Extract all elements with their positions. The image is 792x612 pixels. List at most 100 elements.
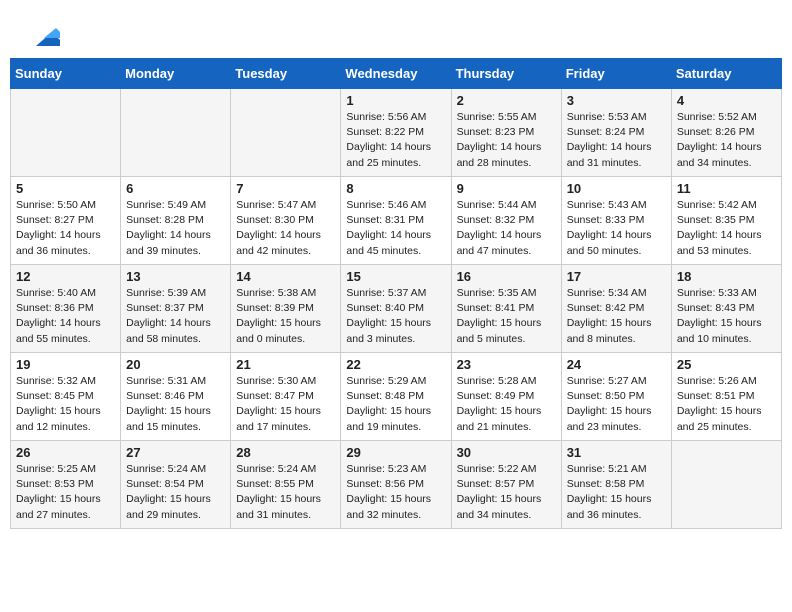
week-row-1: 1 Sunrise: 5:56 AM Sunset: 8:22 PM Daylig… [11,89,782,177]
day-info: Sunrise: 5:26 AM Sunset: 8:51 PM Dayligh… [677,374,776,435]
day-info: Sunrise: 5:46 AM Sunset: 8:31 PM Dayligh… [346,198,445,259]
day-cell: 12 Sunrise: 5:40 AM Sunset: 8:36 PM Dayli… [11,265,121,353]
day-cell: 31 Sunrise: 5:21 AM Sunset: 8:58 PM Dayli… [561,441,671,529]
day-number: 23 [457,357,556,372]
day-info: Sunrise: 5:49 AM Sunset: 8:28 PM Dayligh… [126,198,225,259]
day-number: 29 [346,445,445,460]
day-cell: 2 Sunrise: 5:55 AM Sunset: 8:23 PM Daylig… [451,89,561,177]
logo-icon [28,18,60,50]
day-cell: 17 Sunrise: 5:34 AM Sunset: 8:42 PM Dayli… [561,265,671,353]
day-info: Sunrise: 5:27 AM Sunset: 8:50 PM Dayligh… [567,374,666,435]
day-number: 1 [346,93,445,108]
week-row-3: 12 Sunrise: 5:40 AM Sunset: 8:36 PM Dayli… [11,265,782,353]
day-info: Sunrise: 5:21 AM Sunset: 8:58 PM Dayligh… [567,462,666,523]
header-thursday: Thursday [451,59,561,89]
header-friday: Friday [561,59,671,89]
page-header [0,0,792,58]
header-saturday: Saturday [671,59,781,89]
day-number: 4 [677,93,776,108]
day-info: Sunrise: 5:28 AM Sunset: 8:49 PM Dayligh… [457,374,556,435]
day-info: Sunrise: 5:52 AM Sunset: 8:26 PM Dayligh… [677,110,776,171]
day-info: Sunrise: 5:47 AM Sunset: 8:30 PM Dayligh… [236,198,335,259]
day-info: Sunrise: 5:34 AM Sunset: 8:42 PM Dayligh… [567,286,666,347]
day-number: 14 [236,269,335,284]
day-info: Sunrise: 5:29 AM Sunset: 8:48 PM Dayligh… [346,374,445,435]
day-cell: 14 Sunrise: 5:38 AM Sunset: 8:39 PM Dayli… [231,265,341,353]
day-number: 2 [457,93,556,108]
day-number: 6 [126,181,225,196]
day-cell [121,89,231,177]
day-info: Sunrise: 5:53 AM Sunset: 8:24 PM Dayligh… [567,110,666,171]
day-cell: 30Sunrise: 5:22 AM Sunset: 8:57 PM Dayli… [451,441,561,529]
day-info: Sunrise: 5:38 AM Sunset: 8:39 PM Dayligh… [236,286,335,347]
day-number: 25 [677,357,776,372]
day-info: Sunrise: 5:44 AM Sunset: 8:32 PM Dayligh… [457,198,556,259]
day-cell [11,89,121,177]
day-info: Sunrise: 5:35 AM Sunset: 8:41 PM Dayligh… [457,286,556,347]
day-cell: 23 Sunrise: 5:28 AM Sunset: 8:49 PM Dayli… [451,353,561,441]
day-number: 13 [126,269,225,284]
day-cell: 7 Sunrise: 5:47 AM Sunset: 8:30 PM Daylig… [231,177,341,265]
day-number: 5 [16,181,115,196]
day-number: 28 [236,445,335,460]
day-number: 16 [457,269,556,284]
day-number: 12 [16,269,115,284]
day-cell: 8 Sunrise: 5:46 AM Sunset: 8:31 PM Daylig… [341,177,451,265]
day-info: Sunrise: 5:24 AM Sunset: 8:54 PM Dayligh… [126,462,225,523]
day-number: 27 [126,445,225,460]
week-row-4: 19 Sunrise: 5:32 AM Sunset: 8:45 PM Dayli… [11,353,782,441]
day-cell: 24 Sunrise: 5:27 AM Sunset: 8:50 PM Dayli… [561,353,671,441]
day-cell: 3 Sunrise: 5:53 AM Sunset: 8:24 PM Daylig… [561,89,671,177]
day-number: 10 [567,181,666,196]
day-info: Sunrise: 5:56 AM Sunset: 8:22 PM Dayligh… [346,110,445,171]
day-cell: 29 Sunrise: 5:23 AM Sunset: 8:56 PM Dayli… [341,441,451,529]
day-cell: 19 Sunrise: 5:32 AM Sunset: 8:45 PM Dayli… [11,353,121,441]
day-cell [671,441,781,529]
day-cell: 16 Sunrise: 5:35 AM Sunset: 8:41 PM Dayli… [451,265,561,353]
day-cell [231,89,341,177]
logo [24,18,60,50]
calendar-wrapper: SundayMondayTuesdayWednesdayThursdayFrid… [0,58,792,539]
day-cell: 21 Sunrise: 5:30 AM Sunset: 8:47 PM Dayli… [231,353,341,441]
header-wednesday: Wednesday [341,59,451,89]
week-row-5: 26Sunrise: 5:25 AM Sunset: 8:53 PM Dayli… [11,441,782,529]
day-info: Sunrise: 5:43 AM Sunset: 8:33 PM Dayligh… [567,198,666,259]
day-number: 7 [236,181,335,196]
day-number: 9 [457,181,556,196]
day-info: Sunrise: 5:23 AM Sunset: 8:56 PM Dayligh… [346,462,445,523]
day-cell: 5Sunrise: 5:50 AM Sunset: 8:27 PM Daylig… [11,177,121,265]
day-cell: 1 Sunrise: 5:56 AM Sunset: 8:22 PM Daylig… [341,89,451,177]
day-number: 19 [16,357,115,372]
week-row-2: 5Sunrise: 5:50 AM Sunset: 8:27 PM Daylig… [11,177,782,265]
day-info: Sunrise: 5:32 AM Sunset: 8:45 PM Dayligh… [16,374,115,435]
day-info: Sunrise: 5:42 AM Sunset: 8:35 PM Dayligh… [677,198,776,259]
day-cell: 22 Sunrise: 5:29 AM Sunset: 8:48 PM Dayli… [341,353,451,441]
day-cell: 18Sunrise: 5:33 AM Sunset: 8:43 PM Dayli… [671,265,781,353]
day-cell: 13 Sunrise: 5:39 AM Sunset: 8:37 PM Dayli… [121,265,231,353]
day-info: Sunrise: 5:39 AM Sunset: 8:37 PM Dayligh… [126,286,225,347]
day-number: 31 [567,445,666,460]
header-monday: Monday [121,59,231,89]
day-cell: 6 Sunrise: 5:49 AM Sunset: 8:28 PM Daylig… [121,177,231,265]
day-number: 3 [567,93,666,108]
day-number: 21 [236,357,335,372]
day-cell: 28 Sunrise: 5:24 AM Sunset: 8:55 PM Dayli… [231,441,341,529]
day-number: 11 [677,181,776,196]
day-info: Sunrise: 5:24 AM Sunset: 8:55 PM Dayligh… [236,462,335,523]
day-number: 17 [567,269,666,284]
day-cell: 11 Sunrise: 5:42 AM Sunset: 8:35 PM Dayli… [671,177,781,265]
day-number: 22 [346,357,445,372]
day-cell: 26Sunrise: 5:25 AM Sunset: 8:53 PM Dayli… [11,441,121,529]
day-info: Sunrise: 5:22 AM Sunset: 8:57 PM Dayligh… [457,462,556,523]
day-cell: 9 Sunrise: 5:44 AM Sunset: 8:32 PM Daylig… [451,177,561,265]
day-number: 24 [567,357,666,372]
day-info: Sunrise: 5:40 AM Sunset: 8:36 PM Dayligh… [16,286,115,347]
day-number: 8 [346,181,445,196]
day-cell: 27 Sunrise: 5:24 AM Sunset: 8:54 PM Dayli… [121,441,231,529]
day-cell: 15Sunrise: 5:37 AM Sunset: 8:40 PM Dayli… [341,265,451,353]
day-info: Sunrise: 5:31 AM Sunset: 8:46 PM Dayligh… [126,374,225,435]
day-info: Sunrise: 5:55 AM Sunset: 8:23 PM Dayligh… [457,110,556,171]
header-tuesday: Tuesday [231,59,341,89]
day-info: Sunrise: 5:33 AM Sunset: 8:43 PM Dayligh… [677,286,776,347]
day-info: Sunrise: 5:30 AM Sunset: 8:47 PM Dayligh… [236,374,335,435]
